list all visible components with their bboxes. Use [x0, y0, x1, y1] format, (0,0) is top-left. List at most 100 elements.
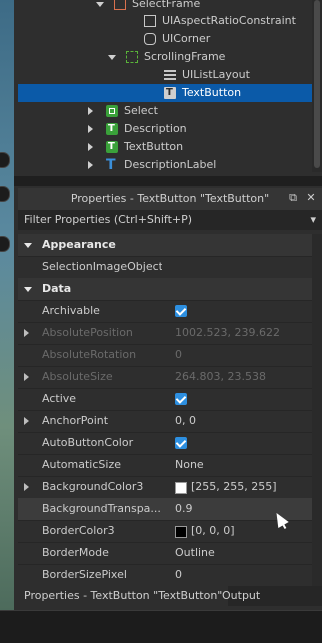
- property-value-text: 0: [175, 568, 182, 581]
- properties-title: Properties - TextButton "TextButton": [70, 192, 270, 205]
- expand-down-icon[interactable]: [96, 2, 104, 7]
- expand-right-icon[interactable]: [88, 125, 93, 133]
- frame-icon: [114, 0, 126, 10]
- property-row[interactable]: AbsoluteRotation 0: [18, 344, 322, 367]
- tree-item-label: Select: [124, 104, 158, 117]
- property-row[interactable]: Archivable: [18, 300, 322, 323]
- tree-item[interactable]: UIAspectRatioConstraint: [18, 12, 322, 30]
- property-section[interactable]: Data: [18, 278, 322, 301]
- property-name: AbsoluteSize: [42, 370, 113, 383]
- viewport-control-icon[interactable]: [0, 186, 10, 202]
- collapse-icon[interactable]: [24, 287, 32, 292]
- scrolling-frame-icon: [126, 51, 138, 63]
- property-row[interactable]: AutoButtonColor: [18, 432, 322, 455]
- close-icon[interactable]: ✕: [304, 191, 318, 205]
- tree-item[interactable]: TextButton: [18, 84, 322, 102]
- property-name: BorderMode: [42, 546, 109, 559]
- property-value-text: 264.803, 23.538: [175, 370, 266, 383]
- tree-item[interactable]: Description: [18, 120, 322, 138]
- tree-item[interactable]: UICorner: [18, 30, 322, 48]
- property-name: BackgroundTranspa...: [42, 502, 161, 515]
- tree-item-label: TextButton: [124, 140, 184, 153]
- property-name: Appearance: [42, 238, 116, 251]
- tree-item-label: Description: [124, 122, 187, 135]
- color-swatch[interactable]: [175, 482, 187, 494]
- property-row[interactable]: AnchorPoint 0, 0: [18, 410, 322, 433]
- property-value-text: 0.9: [175, 502, 193, 515]
- collapse-icon[interactable]: [24, 243, 32, 248]
- properties-scrollbar[interactable]: [312, 234, 322, 588]
- color-swatch[interactable]: [175, 526, 187, 538]
- tab-output[interactable]: Output: [216, 586, 266, 606]
- tree-item[interactable]: UIListLayout: [18, 66, 322, 84]
- property-name: SelectionImageObject: [42, 260, 162, 273]
- tree-item[interactable]: T DescriptionLabel: [18, 156, 322, 172]
- explorer-scrollbar[interactable]: [312, 0, 322, 172]
- property-row[interactable]: SelectionImageObject: [18, 256, 322, 279]
- tree-item-label: DescriptionLabel: [124, 158, 217, 171]
- viewport-edge: [0, 0, 14, 610]
- property-row[interactable]: AutomaticSize None: [18, 454, 322, 477]
- text-label-icon: [106, 138, 118, 156]
- expand-right-icon[interactable]: [24, 483, 29, 491]
- tree-item[interactable]: TextButton: [18, 138, 322, 156]
- property-row[interactable]: BackgroundColor3 [255, 255, 255]: [18, 476, 322, 499]
- float-panel-icon[interactable]: ⧉: [286, 191, 300, 205]
- expand-right-icon[interactable]: [24, 329, 29, 337]
- checkbox-checked-icon[interactable]: [175, 305, 187, 317]
- property-name: AutomaticSize: [42, 458, 121, 471]
- property-row[interactable]: AbsolutePosition 1002.523, 239.622: [18, 322, 322, 345]
- tree-item-label: UIListLayout: [182, 68, 250, 81]
- expand-right-icon[interactable]: [24, 417, 29, 425]
- status-bar: [0, 610, 322, 643]
- panel-splitter[interactable]: [14, 176, 322, 186]
- property-name: Active: [42, 392, 77, 405]
- property-name: BackgroundColor3: [42, 480, 144, 493]
- property-value-text: Outline: [175, 546, 215, 559]
- property-value-text: 0, 0: [175, 414, 196, 427]
- tree-item-label: TextButton: [182, 86, 242, 99]
- filter-properties-input[interactable]: Filter Properties (Ctrl+Shift+P) ▾: [18, 210, 322, 230]
- bottom-tabs: Properties - TextButton "TextButton" Outp…: [18, 586, 322, 606]
- expand-right-icon[interactable]: [88, 161, 93, 169]
- viewport-control-icon[interactable]: [0, 152, 10, 168]
- tree-item-label: ScrollingFrame: [144, 50, 226, 63]
- tree-item-label: UIAspectRatioConstraint: [162, 14, 296, 27]
- tab-properties[interactable]: Properties - TextButton "TextButton": [18, 586, 229, 606]
- list-layout-icon: [164, 69, 176, 81]
- property-name: AutoButtonColor: [42, 436, 134, 449]
- explorer-scrollbar-thumb[interactable]: [314, 0, 320, 168]
- filter-placeholder: Filter Properties (Ctrl+Shift+P): [24, 213, 193, 226]
- tree-item[interactable]: ScrollingFrame: [18, 48, 322, 66]
- property-row[interactable]: Active: [18, 388, 322, 411]
- text-label-icon: [106, 120, 118, 138]
- property-row[interactable]: BorderMode Outline: [18, 542, 322, 565]
- property-value-text: None: [175, 458, 204, 471]
- expand-right-icon[interactable]: [88, 143, 93, 151]
- chevron-down-icon[interactable]: ▾: [310, 210, 316, 230]
- property-value-text: 0: [175, 348, 182, 361]
- property-row[interactable]: AbsoluteSize 264.803, 23.538: [18, 366, 322, 389]
- explorer-panel: SelectFrame UIAspectRatioConstraint UICorn…: [18, 0, 322, 172]
- viewport-control-icon[interactable]: [0, 236, 10, 252]
- property-section[interactable]: Appearance: [18, 234, 322, 257]
- property-name: AnchorPoint: [42, 414, 109, 427]
- property-value-text: [255, 255, 255]: [191, 480, 277, 493]
- checkbox-checked-icon[interactable]: [175, 393, 187, 405]
- checkbox-checked-icon[interactable]: [175, 437, 187, 449]
- expand-right-icon[interactable]: [24, 373, 29, 381]
- property-value-text: [0, 0, 0]: [191, 524, 235, 537]
- property-name: Data: [42, 282, 72, 295]
- properties-list: Appearance SelectionImageObject Data Archiv…: [18, 234, 322, 588]
- expand-right-icon[interactable]: [88, 107, 93, 115]
- property-name: AbsoluteRotation: [42, 348, 137, 361]
- text-icon: T: [106, 157, 116, 172]
- image-button-icon: [106, 105, 118, 117]
- properties-header: Properties - TextButton "TextButton" ⧉ ✕: [18, 188, 322, 210]
- expand-down-icon[interactable]: [108, 55, 116, 60]
- property-name: Archivable: [42, 304, 100, 317]
- property-row[interactable]: BorderSizePixel 0: [18, 564, 322, 587]
- tree-item-label: UICorner: [162, 32, 211, 45]
- tree-item[interactable]: Select: [18, 102, 322, 120]
- property-name: BorderColor3: [42, 524, 115, 537]
